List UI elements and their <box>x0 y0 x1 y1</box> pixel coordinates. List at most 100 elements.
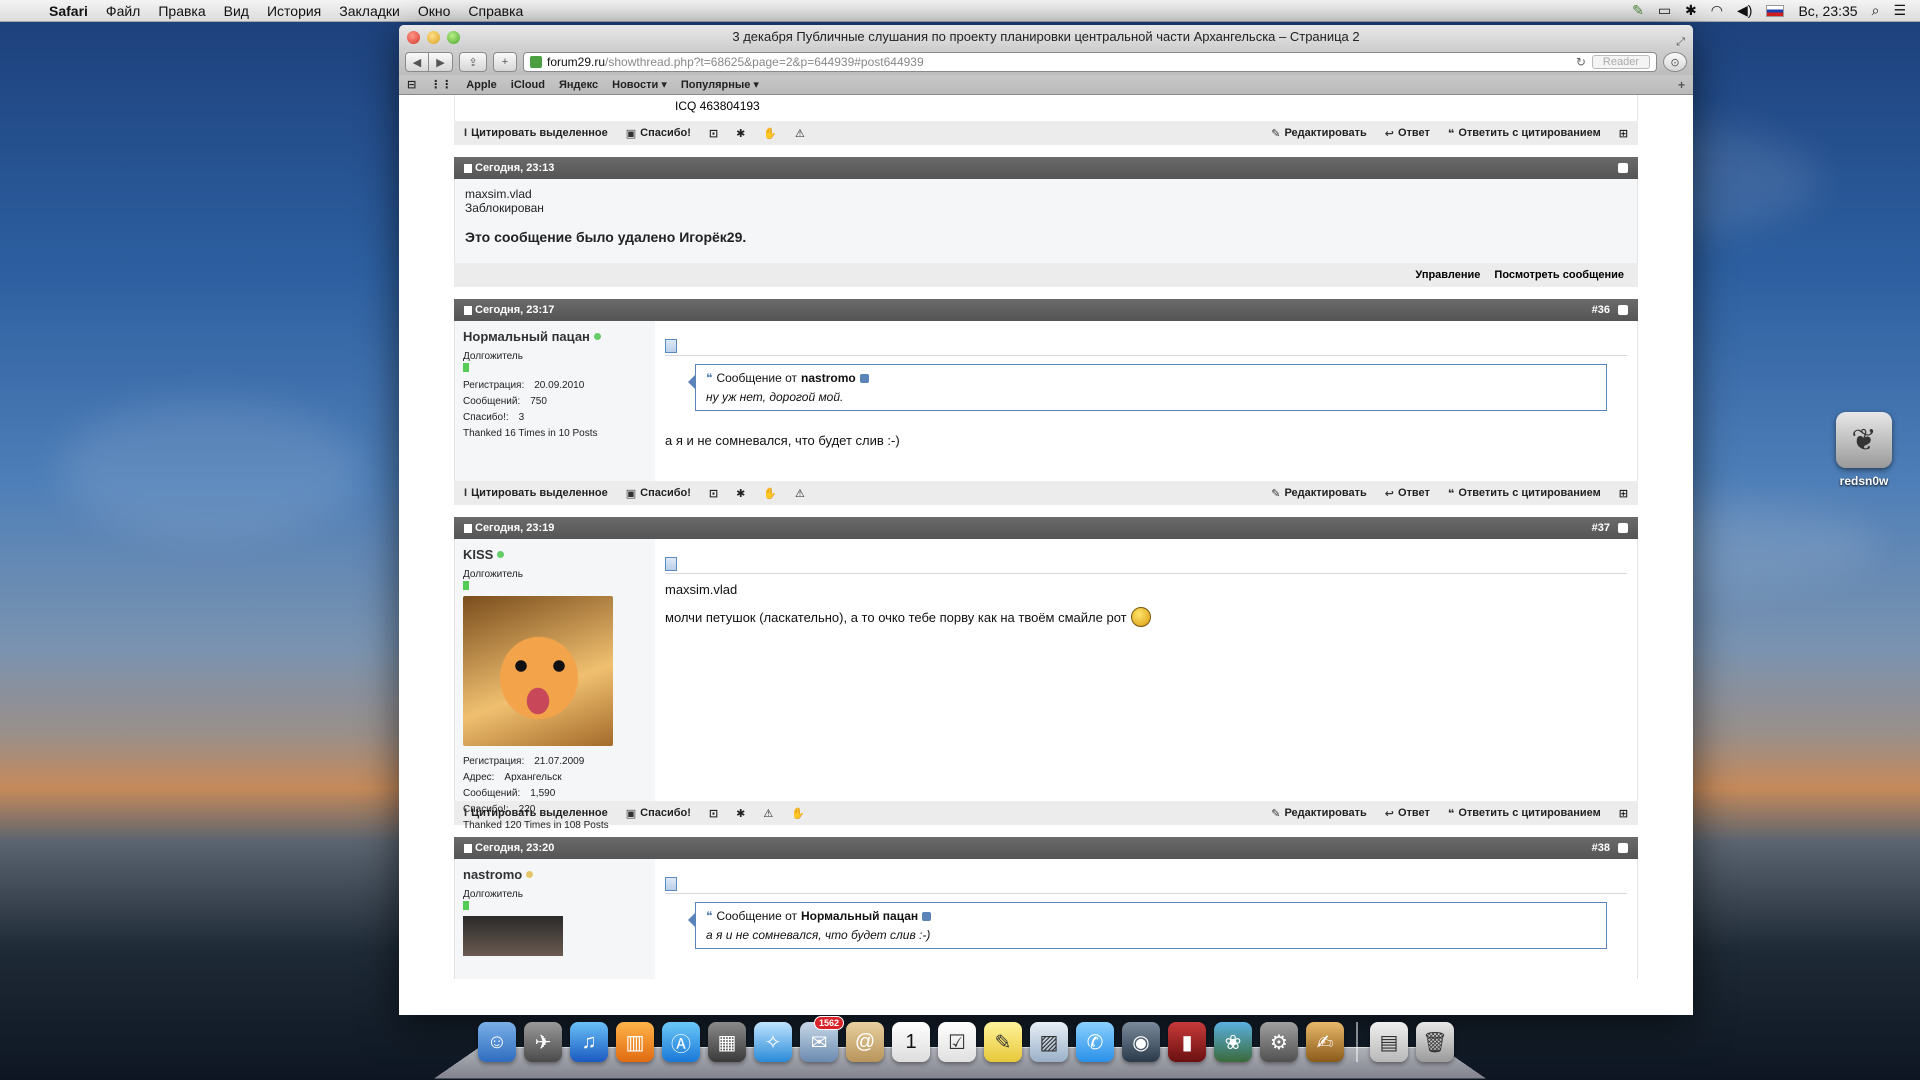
post-select-checkbox[interactable] <box>1618 163 1628 173</box>
username-link[interactable]: nastromo <box>463 867 522 882</box>
app-store-icon[interactable]: Ⓐ <box>662 1022 700 1062</box>
facetime-icon[interactable]: ◉ <box>1122 1022 1160 1062</box>
quote-author[interactable]: Нормальный пацан <box>801 909 918 923</box>
post-number[interactable]: #36 <box>1592 304 1610 316</box>
reader-button[interactable]: Reader <box>1591 55 1650 69</box>
view-quoted-post-icon[interactable] <box>859 373 869 383</box>
finder-icon[interactable]: ☺ <box>478 1022 516 1062</box>
pages-icon[interactable]: ✍ <box>1306 1022 1344 1062</box>
hands-red-icon[interactable]: ✋ <box>791 807 805 820</box>
thanks-button[interactable]: ▣ Спасибо! <box>626 127 691 140</box>
share-button[interactable]: ⇪ <box>459 52 487 72</box>
bookmark-apple[interactable]: Apple <box>466 79 497 91</box>
wifi-icon[interactable]: ◠ <box>1711 2 1723 19</box>
post-select-checkbox[interactable] <box>1618 523 1628 533</box>
reply-button[interactable]: ↩ Ответ <box>1385 807 1430 820</box>
report-icon[interactable]: ⚠ <box>763 807 773 820</box>
manage-link[interactable]: Управление <box>1415 269 1480 281</box>
preview-icon[interactable]: ▨ <box>1030 1022 1068 1062</box>
edit-button[interactable]: ✎ Редактировать <box>1271 807 1366 820</box>
top-sites-icon[interactable]: ⋮⋮ <box>430 78 452 91</box>
spotlight-icon[interactable]: ⌕ <box>1872 2 1880 19</box>
fullscreen-icon[interactable]: ⤢ <box>1676 30 1685 54</box>
reminders-icon[interactable]: ☑ <box>938 1022 976 1062</box>
bluetooth-icon[interactable]: ✱ <box>1685 2 1697 19</box>
evernote-icon[interactable]: ✎ <box>1632 2 1644 19</box>
zoom-window-button[interactable] <box>447 31 460 44</box>
menu-edit[interactable]: Правка <box>149 3 214 19</box>
hands-icon[interactable]: ✋ <box>763 487 777 500</box>
iphoto-icon[interactable]: ❀ <box>1214 1022 1252 1062</box>
reply-quote-button[interactable]: ❝ Ответить с цитированием <box>1448 127 1601 140</box>
image-capture-icon[interactable]: ▦ <box>708 1022 746 1062</box>
bookmark-icloud[interactable]: iCloud <box>511 79 545 91</box>
trash-icon[interactable]: 🗑 <box>1416 1022 1454 1062</box>
star-icon[interactable]: ✱ <box>736 487 745 500</box>
minimize-window-button[interactable] <box>427 31 440 44</box>
input-source-flag-icon[interactable] <box>1766 4 1785 17</box>
edit-button[interactable]: ✎ Редактировать <box>1271 127 1366 140</box>
system-preferences-icon[interactable]: ⚙ <box>1260 1022 1298 1062</box>
menu-bookmarks[interactable]: Закладки <box>330 3 409 19</box>
ibooks-icon[interactable]: ▥ <box>616 1022 654 1062</box>
reply-quote-button[interactable]: ❝ Ответить с цитированием <box>1448 487 1601 500</box>
add-tab-icon[interactable]: + <box>1678 78 1685 92</box>
bookmark-news[interactable]: Новости ▾ <box>612 78 667 91</box>
hands-icon[interactable]: ✋ <box>763 127 777 140</box>
safari-icon[interactable]: ✧ <box>754 1022 792 1062</box>
reply-button[interactable]: ↩ Ответ <box>1385 487 1430 500</box>
bookmark-yandex[interactable]: Яндекс <box>559 79 598 91</box>
star-icon[interactable]: ✱ <box>736 807 745 820</box>
launchpad-icon[interactable]: ✈ <box>524 1022 562 1062</box>
reading-list-icon[interactable]: ⊟ <box>407 78 416 91</box>
menu-file[interactable]: Файл <box>97 3 149 19</box>
address-bar[interactable]: forum29.ru /showthread.php?t=68625&page=… <box>523 52 1657 72</box>
user-avatar[interactable] <box>463 916 563 956</box>
multiquote-icon[interactable]: ⊞ <box>1619 487 1628 500</box>
quote-author[interactable]: nastromo <box>801 371 856 385</box>
reload-icon[interactable]: ↻ <box>1576 55 1586 69</box>
ip-icon[interactable]: ⊡ <box>709 487 718 500</box>
deleted-post-user[interactable]: maxsim.vlad <box>465 187 1627 201</box>
star-icon[interactable]: ✱ <box>736 127 745 140</box>
username-link[interactable]: Нормальный пацан <box>463 329 590 344</box>
downloads-button[interactable]: ⊙ <box>1663 52 1687 72</box>
thanks-button[interactable]: ▣ Спасибо! <box>626 487 691 500</box>
back-button[interactable]: ◀ <box>405 52 429 72</box>
multiquote-icon[interactable]: ⊞ <box>1619 127 1628 140</box>
quote-selected-button[interactable]: I Цитировать выделенное <box>464 807 608 819</box>
itunes-icon[interactable]: ♫ <box>570 1022 608 1062</box>
ip-icon[interactable]: ⊡ <box>709 127 718 140</box>
ip-icon[interactable]: ⊡ <box>709 807 718 820</box>
post-number[interactable]: #38 <box>1592 842 1610 854</box>
close-window-button[interactable] <box>407 31 420 44</box>
notes-icon[interactable]: ✎ <box>984 1022 1022 1062</box>
thanks-button[interactable]: ▣ Спасибо! <box>626 807 691 820</box>
downloads-stack-icon[interactable]: ▤ <box>1370 1022 1408 1062</box>
reply-button[interactable]: ↩ Ответ <box>1385 127 1430 140</box>
menu-view[interactable]: Вид <box>215 3 258 19</box>
reply-quote-button[interactable]: ❝ Ответить с цитированием <box>1448 807 1601 820</box>
menu-app-name[interactable]: Safari <box>40 3 97 19</box>
username-link[interactable]: KISS <box>463 547 493 562</box>
contacts-icon[interactable]: @ <box>846 1022 884 1062</box>
view-quoted-post-icon[interactable] <box>922 911 932 921</box>
edit-button[interactable]: ✎ Редактировать <box>1271 487 1366 500</box>
notification-center-icon[interactable]: ☰ <box>1893 2 1906 19</box>
airplay-icon[interactable]: ▭ <box>1658 2 1671 19</box>
view-post-link[interactable]: Посмотреть сообщение <box>1494 269 1624 281</box>
post-select-checkbox[interactable] <box>1618 305 1628 315</box>
menu-window[interactable]: Окно <box>409 3 460 19</box>
report-icon[interactable]: ⚠ <box>795 487 805 500</box>
bookmark-popular[interactable]: Популярные ▾ <box>681 78 759 91</box>
volume-icon[interactable]: ◀) <box>1737 2 1752 19</box>
post-number[interactable]: #37 <box>1592 522 1610 534</box>
quote-selected-button[interactable]: I Цитировать выделенное <box>464 487 608 499</box>
menu-history[interactable]: История <box>258 3 330 19</box>
post-select-checkbox[interactable] <box>1618 843 1628 853</box>
photo-booth-icon[interactable]: ▮ <box>1168 1022 1206 1062</box>
forward-button[interactable]: ▶ <box>429 52 453 72</box>
desktop-icon-redsn0w[interactable]: ❦ redsn0w <box>1834 412 1894 488</box>
report-icon[interactable]: ⚠ <box>795 127 805 140</box>
messages-icon[interactable]: ✆ <box>1076 1022 1114 1062</box>
